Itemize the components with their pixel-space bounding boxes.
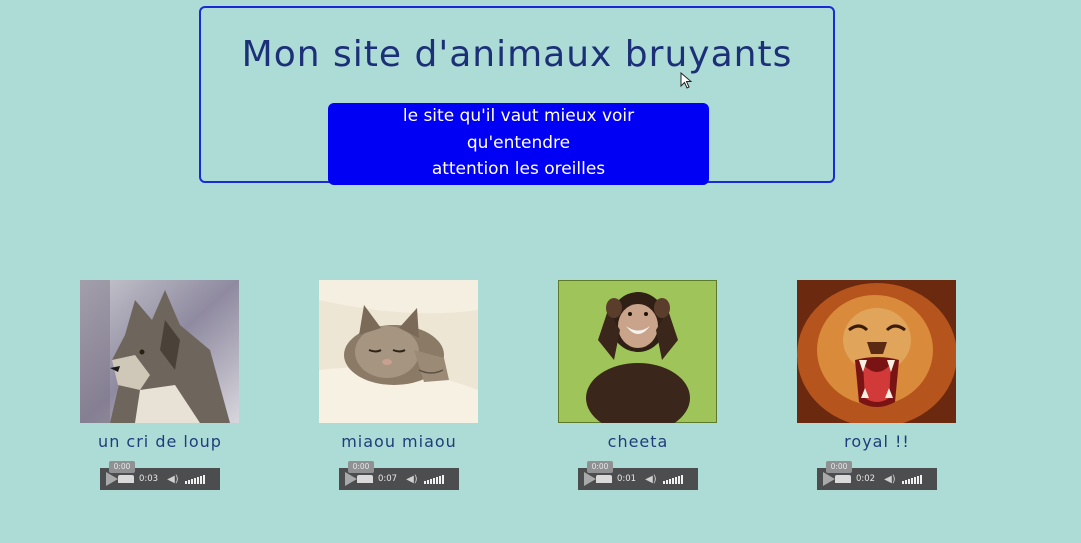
audio-player[interactable]: 0:00 0:07 ◀) xyxy=(339,461,459,490)
play-icon[interactable] xyxy=(345,472,357,486)
page-title: Mon site d'animaux bruyants xyxy=(241,34,793,75)
duration-text: 0:07 xyxy=(378,474,398,484)
animal-card-wolf: un cri de loup 0:00 0:03 ◀) xyxy=(80,280,240,490)
audio-player[interactable]: 0:00 0:01 ◀) xyxy=(578,461,698,490)
lion-photo xyxy=(797,280,956,423)
animal-caption: royal !! xyxy=(844,432,910,451)
time-tooltip: 0:00 xyxy=(109,461,135,473)
kitten-photo xyxy=(319,280,478,423)
play-icon[interactable] xyxy=(106,472,118,486)
animal-caption: cheeta xyxy=(607,432,669,451)
seek-bar[interactable] xyxy=(118,475,134,483)
audio-player[interactable]: 0:00 0:02 ◀) xyxy=(817,461,937,490)
volume-level-icon[interactable] xyxy=(423,474,444,484)
mouse-cursor-icon xyxy=(680,72,692,89)
volume-level-icon[interactable] xyxy=(662,474,683,484)
seek-bar[interactable] xyxy=(357,475,373,483)
audio-player[interactable]: 0:00 0:03 ◀) xyxy=(100,461,220,490)
time-tooltip: 0:00 xyxy=(587,461,613,473)
tagline-line-2: qu'entendre xyxy=(466,132,571,153)
time-tooltip: 0:00 xyxy=(348,461,374,473)
wolf-photo xyxy=(80,280,239,423)
animal-card-lion: royal !! 0:00 0:02 ◀) xyxy=(797,280,957,490)
animal-card-kitten: miaou miaou 0:00 0:07 ◀) xyxy=(319,280,479,490)
play-icon[interactable] xyxy=(584,472,596,486)
tagline-line-3: attention les oreilles xyxy=(431,159,606,179)
chimpanzee-photo xyxy=(558,280,717,423)
animal-card-chimpanzee: cheeta 0:00 0:01 ◀) xyxy=(558,280,718,490)
tagline-box: le site qu'il vaut mieux voir qu'entendr… xyxy=(328,103,709,185)
site-header: Mon site d'animaux bruyants le site qu'i… xyxy=(199,6,835,185)
seek-bar[interactable] xyxy=(596,475,612,483)
duration-text: 0:01 xyxy=(617,474,637,484)
volume-icon[interactable]: ◀) xyxy=(406,474,418,485)
play-icon[interactable] xyxy=(823,472,835,486)
animal-caption: miaou miaou xyxy=(341,432,457,451)
volume-level-icon[interactable] xyxy=(901,474,922,484)
tagline-line-1: le site qu'il vaut mieux voir xyxy=(402,106,635,126)
volume-icon[interactable]: ◀) xyxy=(167,474,179,485)
animal-caption: un cri de loup xyxy=(98,432,222,451)
volume-icon[interactable]: ◀) xyxy=(884,474,896,485)
duration-text: 0:02 xyxy=(856,474,876,484)
volume-icon[interactable]: ◀) xyxy=(645,474,657,485)
time-tooltip: 0:00 xyxy=(826,461,852,473)
duration-text: 0:03 xyxy=(139,474,159,484)
volume-level-icon[interactable] xyxy=(184,474,205,484)
seek-bar[interactable] xyxy=(835,475,851,483)
